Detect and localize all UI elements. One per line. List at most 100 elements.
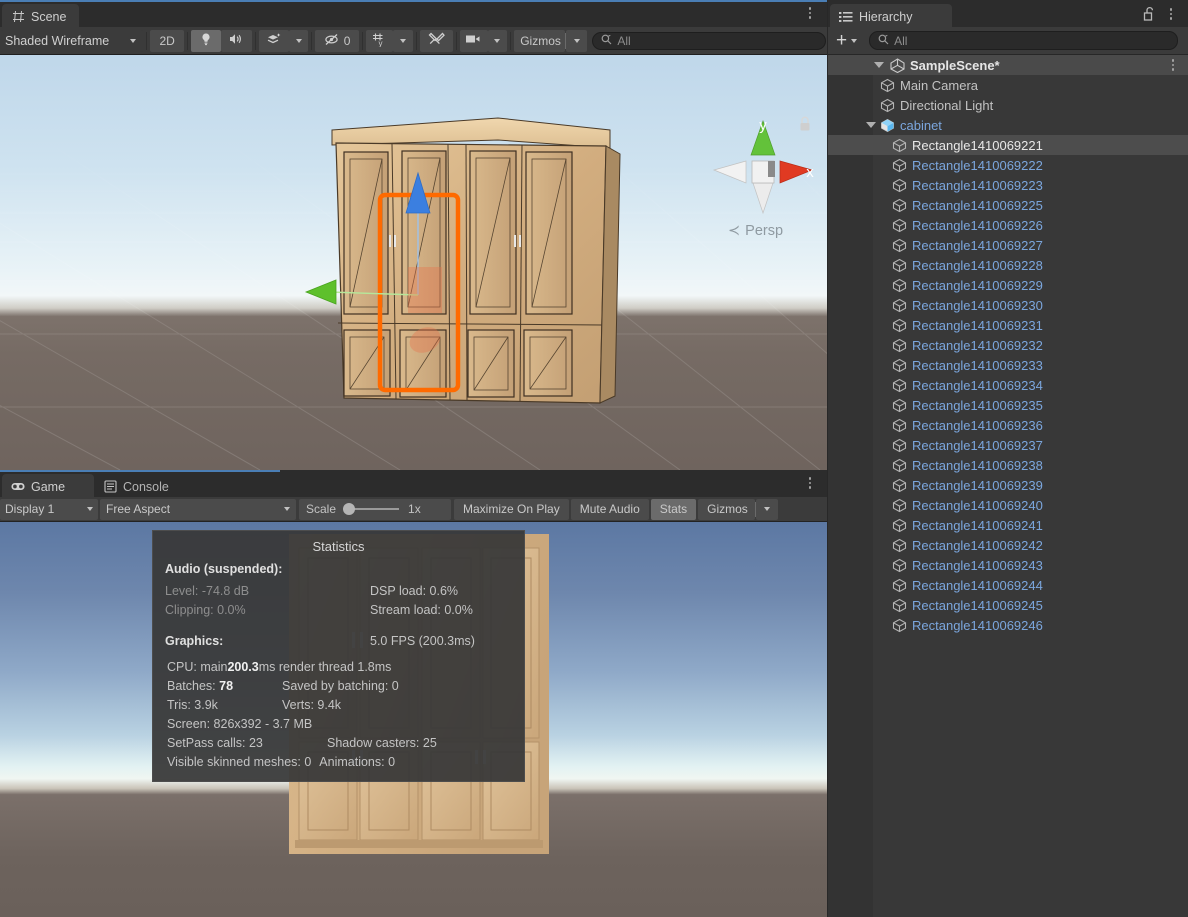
- hierarchy-row-label: Rectangle1410069225: [912, 197, 1043, 213]
- scene-lighting-toggle[interactable]: [190, 29, 221, 52]
- game-gizmos-button[interactable]: Gizmos: [698, 498, 755, 520]
- hierarchy-row[interactable]: Rectangle1410069239: [828, 475, 1188, 495]
- camera-icon: [465, 33, 483, 48]
- hierarchy-panel: Hierarchy + All SampleScene* Main Camera…: [828, 0, 1188, 917]
- hierarchy-row[interactable]: Rectangle1410069225: [828, 195, 1188, 215]
- scene-search-input[interactable]: All: [592, 31, 827, 50]
- display-dropdown[interactable]: Display 1: [0, 498, 98, 520]
- move-tool-gizmo[interactable]: [290, 165, 550, 395]
- hierarchy-row-label: Rectangle1410069245: [912, 597, 1043, 613]
- gizmo-axis-negx-cone: [712, 160, 747, 184]
- scale-slider-group[interactable]: Scale 1x: [299, 498, 451, 520]
- hierarchy-row[interactable]: Rectangle1410069244: [828, 575, 1188, 595]
- hierarchy-search-input[interactable]: All: [869, 31, 1178, 50]
- toggle-2d-label: 2D: [159, 33, 175, 48]
- hierarchy-row[interactable]: Rectangle1410069240: [828, 495, 1188, 515]
- hierarchy-row[interactable]: Rectangle1410069243: [828, 555, 1188, 575]
- game-gizmos-dropdown[interactable]: [755, 498, 778, 520]
- hierarchy-row[interactable]: Rectangle1410069227: [828, 235, 1188, 255]
- hierarchy-row[interactable]: Rectangle1410069246: [828, 615, 1188, 635]
- hierarchy-row-label: Rectangle1410069237: [912, 437, 1043, 453]
- hierarchy-scene-row[interactable]: SampleScene*: [828, 55, 1188, 75]
- scene-fx-toggle[interactable]: [259, 29, 289, 52]
- grid-snap-toggle[interactable]: y: [365, 29, 394, 52]
- tab-game[interactable]: Game: [2, 474, 94, 499]
- hierarchy-row-label: Main Camera: [900, 77, 979, 93]
- grid-snap-dropdown[interactable]: [393, 29, 413, 52]
- hierarchy-row[interactable]: Rectangle1410069234: [828, 375, 1188, 395]
- scale-slider-thumb[interactable]: [343, 503, 356, 515]
- aspect-dropdown[interactable]: Free Aspect: [100, 498, 296, 520]
- effects-icon: [266, 32, 282, 49]
- hierarchy-row[interactable]: Rectangle1410069223: [828, 175, 1188, 195]
- hierarchy-tree[interactable]: SampleScene* Main Camera Directional Ligh…: [828, 55, 1188, 917]
- unlock-icon[interactable]: [1143, 6, 1156, 24]
- hierarchy-row-label: Rectangle1410069240: [912, 497, 1043, 513]
- game-viewport[interactable]: Statistics Audio (suspended): Level: -74…: [0, 522, 827, 917]
- scene-row-menu-button[interactable]: [1166, 56, 1180, 74]
- maximize-on-play-label: Maximize On Play: [463, 502, 560, 516]
- hierarchy-row[interactable]: Rectangle1410069222: [828, 155, 1188, 175]
- hierarchy-row[interactable]: Rectangle1410069236: [828, 415, 1188, 435]
- hierarchy-row[interactable]: Rectangle1410069233: [828, 355, 1188, 375]
- hierarchy-row[interactable]: Rectangle1410069245: [828, 595, 1188, 615]
- scene-audio-toggle[interactable]: [220, 29, 253, 52]
- hierarchy-row[interactable]: Main Camera: [828, 75, 1188, 95]
- hierarchy-rows: Main Camera Directional Light cabinet Recta…: [828, 75, 1188, 635]
- game-panel-menu-button[interactable]: [803, 474, 817, 492]
- foldout-icon[interactable]: [864, 122, 877, 128]
- toggle-2d-button[interactable]: 2D: [150, 29, 184, 52]
- statistics-screen: Screen: 826x392 - 3.7 MB: [153, 715, 524, 734]
- scale-label: Scale: [306, 502, 337, 516]
- hierarchy-row-label: Directional Light: [900, 97, 994, 113]
- hierarchy-row[interactable]: Rectangle1410069238: [828, 455, 1188, 475]
- unity-scene-icon: [890, 57, 905, 73]
- draw-mode-dropdown[interactable]: Shaded Wireframe: [1, 29, 144, 52]
- hierarchy-row[interactable]: Rectangle1410069229: [828, 275, 1188, 295]
- hierarchy-row[interactable]: Rectangle1410069226: [828, 215, 1188, 235]
- scale-value: 1x: [408, 502, 421, 516]
- scene-panel-menu-button[interactable]: [803, 4, 817, 22]
- hierarchy-row[interactable]: Rectangle1410069235: [828, 395, 1188, 415]
- hidden-objects-count: 0: [343, 33, 351, 48]
- statistics-verts: Verts: 9.4k: [282, 698, 342, 712]
- hierarchy-row[interactable]: Rectangle1410069242: [828, 535, 1188, 555]
- tab-hierarchy[interactable]: Hierarchy: [830, 4, 952, 29]
- mute-audio-button[interactable]: Mute Audio: [570, 498, 649, 520]
- hierarchy-row[interactable]: Rectangle1410069230: [828, 295, 1188, 315]
- hierarchy-panel-menu-button[interactable]: [1164, 5, 1178, 23]
- scene-viewport[interactable]: y x ≺ Persp: [0, 55, 827, 470]
- tab-console[interactable]: Console: [94, 474, 204, 499]
- gamepad-icon: [11, 480, 25, 494]
- maximize-on-play-button[interactable]: Maximize On Play: [454, 498, 569, 520]
- hidden-objects-button[interactable]: 0: [315, 29, 359, 52]
- scale-slider[interactable]: [343, 503, 401, 515]
- hierarchy-row[interactable]: cabinet: [828, 115, 1188, 135]
- perspective-label-group[interactable]: ≺ Persp: [728, 223, 783, 239]
- hierarchy-row-label: Rectangle1410069226: [912, 217, 1043, 233]
- tab-scene[interactable]: Scene: [2, 4, 80, 29]
- hierarchy-row-label: Rectangle1410069221: [912, 137, 1043, 153]
- gizmos-button[interactable]: Gizmos: [514, 29, 565, 52]
- lock-icon[interactable]: [798, 115, 812, 136]
- hierarchy-row[interactable]: Rectangle1410069241: [828, 515, 1188, 535]
- hierarchy-row[interactable]: Directional Light: [828, 95, 1188, 115]
- hierarchy-row-label: Rectangle1410069233: [912, 357, 1043, 373]
- stats-button[interactable]: Stats: [650, 498, 697, 520]
- scene-tab-accent: [0, 0, 827, 2]
- hierarchy-row[interactable]: Rectangle1410069221: [828, 135, 1188, 155]
- eye-off-icon: [324, 33, 340, 49]
- hierarchy-row[interactable]: Rectangle1410069237: [828, 435, 1188, 455]
- hierarchy-row[interactable]: Rectangle1410069232: [828, 335, 1188, 355]
- scene-fx-dropdown[interactable]: [288, 29, 309, 52]
- scene-camera-button[interactable]: [460, 29, 488, 52]
- add-gameobject-button[interactable]: +: [834, 31, 859, 50]
- hierarchy-row[interactable]: Rectangle1410069231: [828, 315, 1188, 335]
- statistics-panel[interactable]: Statistics Audio (suspended): Level: -74…: [152, 530, 525, 782]
- scene-foldout-icon[interactable]: [872, 62, 885, 68]
- hierarchy-row[interactable]: Rectangle1410069228: [828, 255, 1188, 275]
- hierarchy-row-label: Rectangle1410069236: [912, 417, 1043, 433]
- gizmos-dropdown[interactable]: [565, 29, 588, 52]
- scene-tools-button[interactable]: [419, 29, 454, 52]
- scene-camera-dropdown[interactable]: [487, 29, 508, 52]
